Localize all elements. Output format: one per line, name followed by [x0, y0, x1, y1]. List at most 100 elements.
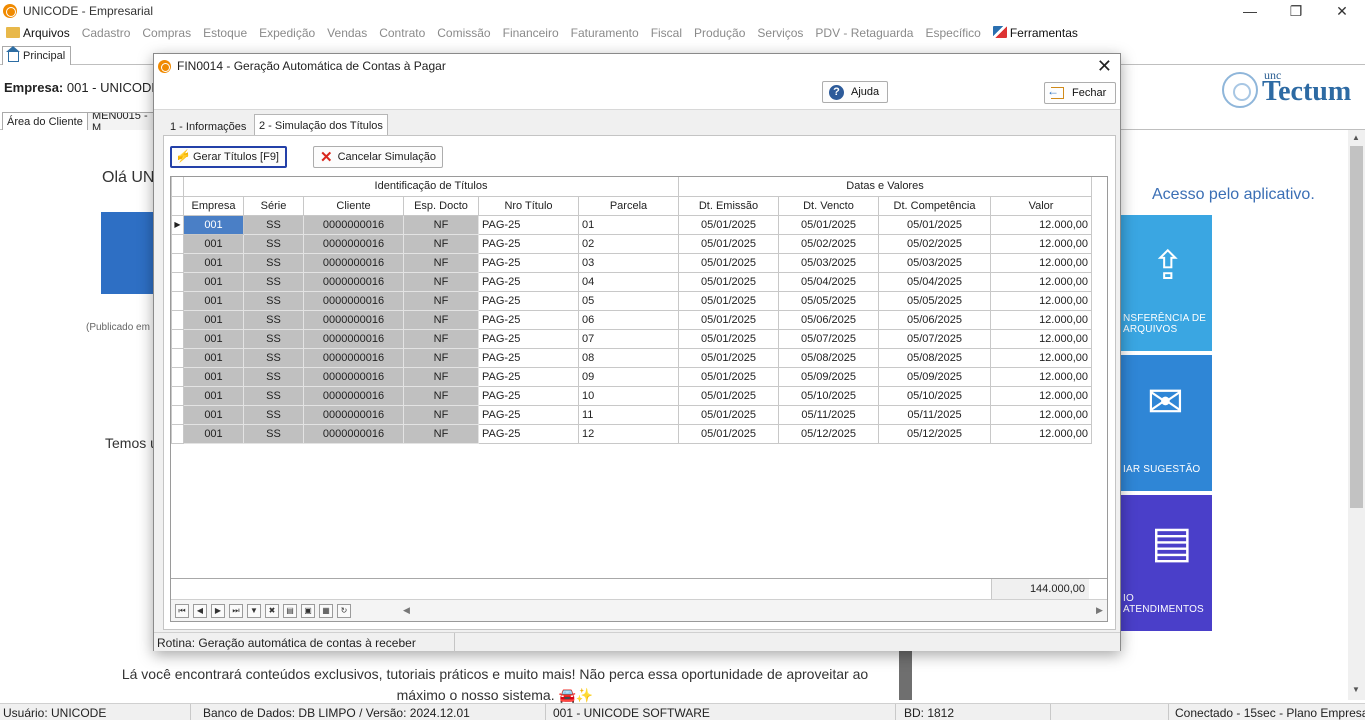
close-dialog-button[interactable]: Fechar — [1044, 82, 1116, 104]
dialog-close-icon[interactable]: ✕ — [1097, 56, 1112, 77]
grid-cell[interactable]: 05 — [578, 290, 679, 311]
grid-cell[interactable]: 0000000016 — [303, 385, 404, 406]
grid-cell[interactable]: 0000000016 — [303, 290, 404, 311]
menu-cadastro[interactable]: Cadastro — [76, 26, 137, 40]
row-indicator[interactable] — [171, 252, 184, 273]
tab-simulacao-titulos[interactable]: 2 - Simulação dos Títulos — [254, 114, 388, 137]
grid-cell[interactable]: PAG-25 — [478, 423, 579, 444]
grid-cell[interactable]: 05/01/2025 — [678, 271, 779, 292]
tab-principal[interactable]: Principal — [2, 46, 72, 65]
grid-cell[interactable]: 08 — [578, 347, 679, 368]
grid-cell[interactable]: 05/07/2025 — [778, 328, 879, 349]
generate-titles-button[interactable]: Gerar Títulos [F9] — [170, 146, 287, 168]
grid-cell[interactable]: NF — [403, 385, 479, 406]
grid-cell[interactable]: 01 — [578, 214, 679, 235]
row-indicator[interactable] — [171, 309, 184, 330]
help-button[interactable]: ? Ajuda — [822, 81, 889, 103]
card-enviar-sugestao[interactable]: ✉ IAR SUGESTÃO — [1121, 355, 1212, 491]
grid-cell[interactable]: SS — [243, 214, 304, 235]
grid-cell[interactable]: 001 — [183, 271, 244, 292]
grid-cell[interactable]: 05/10/2025 — [878, 385, 991, 406]
grid-cell[interactable]: 05/01/2025 — [678, 347, 779, 368]
grid-cell[interactable]: 001 — [183, 290, 244, 311]
table-row[interactable]: 001 SS 0000000016 NF PAG-25 10 05/01/2025 05/10… — [171, 385, 1092, 406]
grid-cell[interactable]: PAG-25 — [478, 290, 579, 311]
column-header[interactable]: Esp. Docto — [403, 195, 479, 216]
grid-cell[interactable]: 05/05/2025 — [878, 290, 991, 311]
row-indicator[interactable] — [171, 290, 184, 311]
column-header[interactable]: Nro Título — [478, 195, 579, 216]
grid-cell[interactable]: PAG-25 — [478, 214, 579, 235]
grid-cell[interactable]: SS — [243, 309, 304, 330]
grid-cell[interactable]: 05/01/2025 — [678, 309, 779, 330]
grid-cell[interactable]: 12.000,00 — [990, 309, 1092, 330]
grid-cell[interactable]: PAG-25 — [478, 309, 579, 330]
grid-cell[interactable]: NF — [403, 404, 479, 425]
grid-cell[interactable]: 05/01/2025 — [678, 385, 779, 406]
grid-cell[interactable]: 05/01/2025 — [678, 328, 779, 349]
grid-cell[interactable]: NF — [403, 290, 479, 311]
grid-cell[interactable]: PAG-25 — [478, 328, 579, 349]
grid-cell[interactable]: 0000000016 — [303, 347, 404, 368]
grid-cell[interactable]: PAG-25 — [478, 385, 579, 406]
card-relatorio-atendimentos[interactable]: ▤ IO ATENDIMENTOS — [1121, 495, 1212, 631]
grid-cell[interactable]: 05/08/2025 — [778, 347, 879, 368]
column-header[interactable]: Parcela — [578, 195, 679, 216]
column-header[interactable]: Dt. Emissão — [678, 195, 779, 216]
menu-estoque[interactable]: Estoque — [197, 26, 253, 40]
grid-cell[interactable]: NF — [403, 271, 479, 292]
grid-cell[interactable]: 001 — [183, 214, 244, 235]
grid-cell[interactable]: PAG-25 — [478, 233, 579, 254]
grid-cell[interactable]: 12.000,00 — [990, 328, 1092, 349]
grid-cell[interactable]: 001 — [183, 328, 244, 349]
grid-cell[interactable]: 12.000,00 — [990, 233, 1092, 254]
menu-contrato[interactable]: Contrato — [373, 26, 431, 40]
row-indicator[interactable] — [171, 233, 184, 254]
scroll-up-icon[interactable]: ▲ — [1352, 133, 1360, 142]
grid-cell[interactable]: SS — [243, 290, 304, 311]
column-header[interactable]: Empresa — [183, 195, 244, 216]
grid-cell[interactable]: 12.000,00 — [990, 423, 1092, 444]
table-row[interactable]: 001 SS 0000000016 NF PAG-25 12 05/01/2025 05/12… — [171, 423, 1092, 444]
grid-cell[interactable]: 05/03/2025 — [778, 252, 879, 273]
grid-cell[interactable]: 12.000,00 — [990, 252, 1092, 273]
grid-cell[interactable]: 001 — [183, 347, 244, 368]
table-row[interactable]: 001 SS 0000000016 NF PAG-25 06 05/01/2025 05/06… — [171, 309, 1092, 330]
card-transferencia-arquivos[interactable]: ⇪ NSFERÊNCIA DE ARQUIVOS — [1121, 215, 1212, 351]
grid-cell[interactable]: 04 — [578, 271, 679, 292]
last-record-icon[interactable]: ⏭ — [229, 604, 243, 618]
grid-cell[interactable]: 12.000,00 — [990, 214, 1092, 235]
refresh-icon[interactable]: ↻ — [337, 604, 351, 618]
grid-cell[interactable]: 0000000016 — [303, 404, 404, 425]
grid-cell[interactable]: SS — [243, 385, 304, 406]
grid-cell[interactable]: 05/01/2025 — [678, 423, 779, 444]
grid-cell[interactable]: PAG-25 — [478, 366, 579, 387]
grid-cell[interactable]: 05/01/2025 — [678, 404, 779, 425]
menu-produ-o[interactable]: Produção — [688, 26, 751, 40]
column-header[interactable]: Série — [243, 195, 304, 216]
grid-cell[interactable]: 07 — [578, 328, 679, 349]
menu-servi-os[interactable]: Serviços — [751, 26, 809, 40]
grid-cell[interactable]: 05/01/2025 — [878, 214, 991, 235]
grid-cell[interactable]: PAG-25 — [478, 252, 579, 273]
tab-area-cliente[interactable]: Área do Cliente — [2, 112, 88, 130]
next-record-icon[interactable]: ▶ — [211, 604, 225, 618]
grid-cell[interactable]: 0000000016 — [303, 328, 404, 349]
grid-cell[interactable]: 001 — [183, 233, 244, 254]
grid-cell[interactable]: 0000000016 — [303, 233, 404, 254]
grid-cell[interactable]: 05/09/2025 — [878, 366, 991, 387]
grid-cell[interactable]: 0000000016 — [303, 214, 404, 235]
grid-cell[interactable]: NF — [403, 423, 479, 444]
grid-cell[interactable]: SS — [243, 347, 304, 368]
table-row[interactable]: 001 SS 0000000016 NF PAG-25 08 05/01/2025 05/08… — [171, 347, 1092, 368]
table-row[interactable]: 001 SS 0000000016 NF PAG-25 07 05/01/2025 05/07… — [171, 328, 1092, 349]
filter-icon[interactable]: ▼ — [247, 604, 261, 618]
scroll-right-icon[interactable]: ▶ — [1096, 605, 1103, 616]
print-icon[interactable]: ▦ — [319, 604, 333, 618]
row-indicator[interactable] — [171, 385, 184, 406]
grid-cell[interactable]: 05/12/2025 — [778, 423, 879, 444]
table-row[interactable]: ▶ 001 SS 0000000016 NF PAG-25 01 05/01/2025 05/0… — [171, 214, 1092, 235]
scroll-left-icon[interactable]: ◀ — [403, 605, 410, 616]
table-row[interactable]: 001 SS 0000000016 NF PAG-25 03 05/01/2025 05/03… — [171, 252, 1092, 273]
excel-export-icon[interactable]: ✖ — [265, 604, 279, 618]
